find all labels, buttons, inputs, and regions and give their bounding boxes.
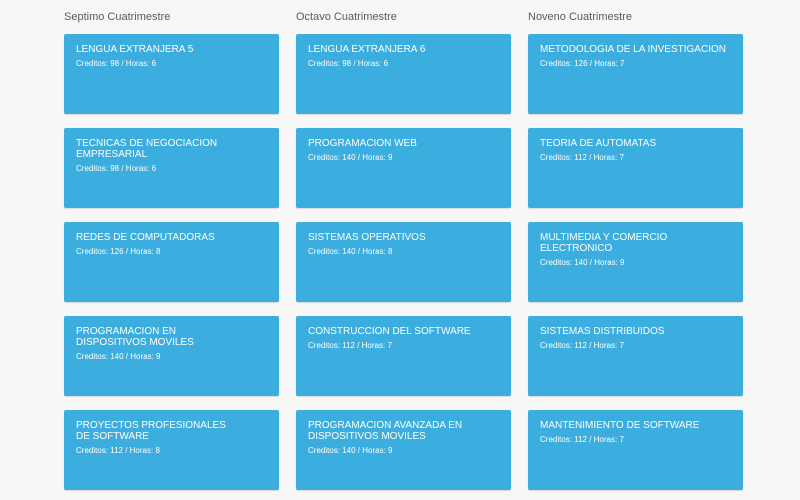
course-card[interactable]: REDES DE COMPUTADORAS Creditos: 126 / Ho…	[64, 222, 279, 302]
course-card[interactable]: METODOLOGIA DE LA INVESTIGACION Creditos…	[528, 34, 743, 114]
course-credits-hours: Creditos: 98 / Horas: 6	[76, 164, 157, 173]
course-name: MANTENIMIENTO DE SOFTWARE	[540, 420, 700, 431]
course-credits-hours: Creditos: 140 / Horas: 9	[308, 446, 393, 455]
course-credits-hours: Creditos: 140 / Horas: 9	[308, 153, 393, 162]
course-card[interactable]: MANTENIMIENTO DE SOFTWARE Creditos: 112 …	[528, 410, 743, 490]
course-credits-hours: Creditos: 112 / Horas: 7	[540, 435, 624, 444]
course-name: SISTEMAS OPERATIVOS	[308, 232, 426, 243]
course-name: REDES DE COMPUTADORAS	[76, 232, 215, 243]
course-card[interactable]: SISTEMAS OPERATIVOS Creditos: 140 / Hora…	[296, 222, 511, 302]
course-card[interactable]: TECNICAS DE NEGOCIACION EMPRESARIAL Cred…	[64, 128, 279, 208]
course-name: CONSTRUCCION DEL SOFTWARE	[308, 326, 471, 337]
course-card[interactable]: CONSTRUCCION DEL SOFTWARE Creditos: 112 …	[296, 316, 511, 396]
course-name: METODOLOGIA DE LA INVESTIGACION	[540, 44, 726, 55]
course-name: PROGRAMACION AVANZADA EN DISPOSITIVOS MO…	[308, 420, 463, 442]
course-name: PROGRAMACION EN DISPOSITIVOS MOVILES	[76, 326, 194, 348]
course-credits-hours: Creditos: 140 / Horas: 9	[76, 352, 161, 361]
course-credits-hours: Creditos: 140 / Horas: 8	[308, 247, 393, 256]
course-card[interactable]: TEORIA DE AUTOMATAS Creditos: 112 / Hora…	[528, 128, 743, 208]
course-name: LENGUA EXTRANJERA 6	[308, 44, 426, 55]
course-card[interactable]: MULTIMEDIA Y COMERCIO ELECTRONICO Credit…	[528, 222, 743, 302]
course-name: LENGUA EXTRANJERA 5	[76, 44, 194, 55]
semester-title: Octavo Cuatrimestre	[296, 11, 397, 23]
course-credits-hours: Creditos: 126 / Horas: 8	[76, 247, 161, 256]
course-name: MULTIMEDIA Y COMERCIO ELECTRONICO	[540, 232, 668, 254]
course-credits-hours: Creditos: 98 / Horas: 6	[308, 59, 389, 68]
course-card[interactable]: PROGRAMACION EN DISPOSITIVOS MOVILES Cre…	[64, 316, 279, 396]
course-name: TEORIA DE AUTOMATAS	[540, 138, 657, 149]
semester-title: Noveno Cuatrimestre	[528, 11, 632, 23]
course-card[interactable]: PROGRAMACION AVANZADA EN DISPOSITIVOS MO…	[296, 410, 511, 490]
curriculum-board: Septimo Cuatrimestre LENGUA EXTRANJERA 5…	[0, 0, 800, 500]
course-card[interactable]: SISTEMAS DISTRIBUIDOS Creditos: 112 / Ho…	[528, 316, 743, 396]
course-credits-hours: Creditos: 112 / Horas: 7	[308, 341, 392, 350]
semester-title: Septimo Cuatrimestre	[64, 11, 171, 23]
course-credits-hours: Creditos: 140 / Horas: 9	[540, 258, 625, 267]
course-card[interactable]: PROYECTOS PROFESIONALES DE SOFTWARE Cred…	[64, 410, 279, 490]
course-name: TECNICAS DE NEGOCIACION EMPRESARIAL	[76, 138, 218, 160]
course-credits-hours: Creditos: 112 / Horas: 7	[540, 153, 624, 162]
course-credits-hours: Creditos: 98 / Horas: 6	[76, 59, 157, 68]
course-name: PROGRAMACION WEB	[308, 138, 417, 149]
course-credits-hours: Creditos: 126 / Horas: 7	[540, 59, 625, 68]
course-card[interactable]: LENGUA EXTRANJERA 6 Creditos: 98 / Horas…	[296, 34, 511, 114]
course-name: PROYECTOS PROFESIONALES DE SOFTWARE	[76, 420, 226, 442]
course-credits-hours: Creditos: 112 / Horas: 8	[76, 446, 160, 455]
course-card[interactable]: LENGUA EXTRANJERA 5 Creditos: 98 / Horas…	[64, 34, 279, 114]
course-card[interactable]: PROGRAMACION WEB Creditos: 140 / Horas: …	[296, 128, 511, 208]
course-credits-hours: Creditos: 112 / Horas: 7	[540, 341, 624, 350]
course-name: SISTEMAS DISTRIBUIDOS	[540, 326, 665, 337]
